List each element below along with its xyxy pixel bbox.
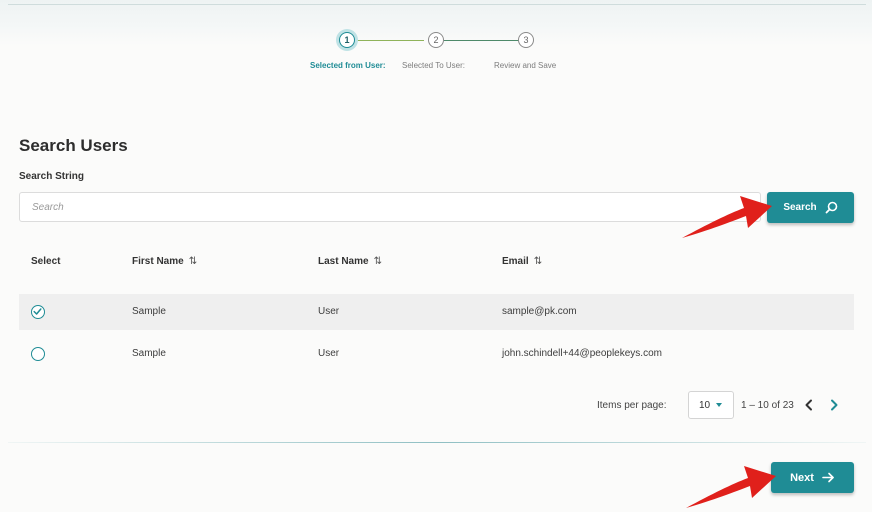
cell-last-name: User [318, 348, 340, 359]
search-string-label: Search String [19, 171, 85, 182]
page-title: Search Users [19, 136, 128, 155]
column-header-last-name-label: Last Name [318, 256, 369, 267]
step-3-indicator[interactable]: 3 [518, 32, 534, 48]
next-button-label: Next [790, 471, 814, 484]
column-header-first-name[interactable]: First Name ⇅ [132, 256, 197, 267]
step-1-indicator[interactable]: 1 [339, 32, 355, 48]
page-range-label: 1 – 10 of 23 [741, 400, 794, 411]
cell-first-name: Sample [132, 306, 166, 317]
items-per-page-label: Items per page: [597, 400, 667, 411]
sort-icon[interactable]: ⇅ [189, 256, 197, 267]
annotation-arrow-search [682, 196, 772, 238]
next-button[interactable]: Next [771, 462, 854, 493]
chevron-left-icon[interactable] [803, 398, 815, 412]
search-input[interactable] [19, 192, 761, 222]
row-select-radio[interactable] [31, 305, 45, 319]
sort-icon[interactable]: ⇅ [534, 256, 542, 267]
column-header-select: Select [31, 256, 60, 267]
chevron-right-icon[interactable] [828, 398, 840, 412]
column-header-last-name[interactable]: Last Name ⇅ [318, 256, 382, 267]
cell-email: john.schindell+44@peoplekeys.com [502, 348, 662, 359]
arrow-right-icon [822, 472, 834, 483]
column-header-email[interactable]: Email ⇅ [502, 256, 542, 267]
table-row[interactable]: Sample User john.schindell+44@peoplekeys… [19, 336, 854, 372]
cell-last-name: User [318, 306, 340, 317]
column-header-email-label: Email [502, 256, 529, 267]
search-button-label: Search [783, 202, 817, 213]
footer-divider [8, 442, 866, 443]
page-size-select[interactable]: 10 [688, 391, 734, 419]
row-select-radio[interactable] [31, 347, 45, 361]
column-header-select-label: Select [31, 256, 61, 267]
check-icon [33, 308, 42, 315]
step-connector [356, 40, 424, 41]
cell-first-name: Sample [132, 348, 166, 359]
search-button[interactable]: Search [767, 192, 854, 223]
cell-email: sample@pk.com [502, 306, 577, 317]
annotation-arrow-next [686, 466, 776, 508]
step-2-label: Selected To User: [402, 61, 465, 70]
step-3-label: Review and Save [494, 61, 557, 70]
step-1-label: Selected from User: [310, 61, 386, 70]
search-icon [825, 201, 837, 214]
header-border [8, 4, 866, 5]
step-connector [444, 40, 520, 41]
caret-down-icon [716, 403, 723, 407]
column-header-first-name-label: First Name [132, 256, 184, 267]
step-2-indicator[interactable]: 2 [428, 32, 444, 48]
page-size-value: 10 [699, 399, 711, 411]
stepper: 1 2 3 Selected from User: Selected To Us… [300, 28, 580, 74]
sort-icon[interactable]: ⇅ [374, 256, 382, 267]
table-row[interactable]: Sample User sample@pk.com [19, 294, 854, 330]
